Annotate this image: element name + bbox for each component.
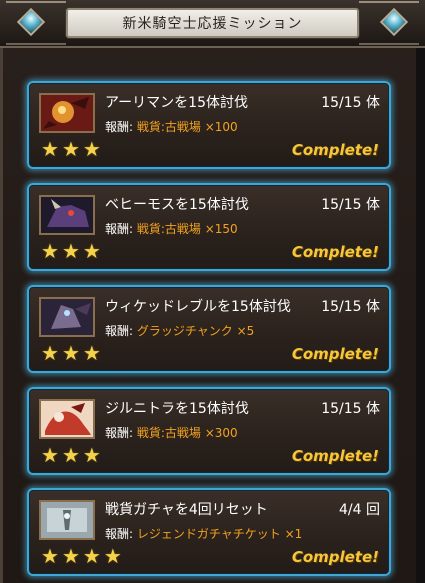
star-icon: ★ xyxy=(41,544,59,568)
reward-label: 報酬: xyxy=(105,527,134,541)
complete-status: Complete! xyxy=(291,141,379,159)
reward-value: 戦貨:古戦場 ×100 xyxy=(136,120,238,134)
mission-stars: ★ ★ ★ xyxy=(41,343,101,365)
title-bar: 新米騎空士応援ミッション xyxy=(0,0,425,48)
star-icon: ★ xyxy=(103,544,122,568)
complete-status: Complete! xyxy=(291,243,379,261)
mission-card[interactable]: ウィケッドレブルを15体討伐 15/15 体 報酬: グラッジチャンク ×5 ★… xyxy=(27,285,391,373)
star-icon: ★ xyxy=(41,239,59,263)
star-icon: ★ xyxy=(41,137,59,161)
star-icon: ★ xyxy=(82,341,101,365)
mission-reward: 報酬: グラッジチャンク ×5 xyxy=(105,322,254,339)
gacha-ticket-thumbnail xyxy=(39,500,95,540)
reward-value: 戦貨:古戦場 ×300 xyxy=(136,426,238,440)
mission-reward: 報酬: 戦貨:古戦場 ×150 xyxy=(105,220,238,237)
reward-label: 報酬: xyxy=(105,120,134,134)
mission-title: アーリマンを15体討伐 xyxy=(105,95,248,111)
mission-stars: ★ ★ ★ xyxy=(41,139,101,161)
reward-value: グラッジチャンク ×5 xyxy=(136,324,255,338)
complete-status: Complete! xyxy=(291,345,379,363)
star-icon: ★ xyxy=(82,544,101,568)
mission-card[interactable]: ジルニトラを15体討伐 15/15 体 報酬: 戦貨:古戦場 ×300 ★ ★ … xyxy=(27,387,391,475)
ahriman-monster-thumbnail xyxy=(39,93,95,133)
mission-card[interactable]: 戦貨ガチャを4回リセット 4/4 回 報酬: レジェンドガチャチケット ×1 ★… xyxy=(27,488,391,576)
reward-value: 戦貨:古戦場 ×150 xyxy=(136,222,238,236)
mission-title: ジルニトラを15体討伐 xyxy=(105,401,249,417)
page-title: 新米騎空士応援ミッション xyxy=(122,16,303,32)
jormungand-monster-thumbnail xyxy=(39,399,95,439)
star-icon: ★ xyxy=(82,443,101,467)
star-icon: ★ xyxy=(61,341,80,365)
mission-reward: 報酬: レジェンドガチャチケット ×1 xyxy=(105,525,302,542)
mission-count: 4/4 回 xyxy=(339,502,380,518)
mission-stars: ★ ★ ★ ★ xyxy=(41,546,122,568)
mission-reward: 報酬: 戦貨:古戦場 ×300 xyxy=(105,424,238,441)
mission-title: ベヒーモスを15体討伐 xyxy=(105,197,249,213)
behemoth-monster-thumbnail xyxy=(39,195,95,235)
mission-card[interactable]: アーリマンを15体討伐 15/15 体 報酬: 戦貨:古戦場 ×100 ★ ★ … xyxy=(27,81,391,169)
mission-count: 15/15 体 xyxy=(321,299,380,315)
star-icon: ★ xyxy=(61,443,80,467)
mission-stars: ★ ★ ★ xyxy=(41,445,101,467)
wicked-rebel-monster-thumbnail xyxy=(39,297,95,337)
star-icon: ★ xyxy=(82,239,101,263)
mission-count: 15/15 体 xyxy=(321,197,380,213)
mission-stars: ★ ★ ★ xyxy=(41,241,101,263)
mission-reward: 報酬: 戦貨:古戦場 ×100 xyxy=(105,118,238,135)
star-icon: ★ xyxy=(41,341,59,365)
mission-title: ウィケッドレブルを15体討伐 xyxy=(105,299,291,315)
complete-status: Complete! xyxy=(291,548,379,566)
reward-value: レジェンドガチャチケット ×1 xyxy=(136,527,303,541)
mission-count: 15/15 体 xyxy=(321,401,380,417)
star-icon: ★ xyxy=(61,544,80,568)
mission-title: 戦貨ガチャを4回リセット xyxy=(105,502,268,518)
title-plate: 新米騎空士応援ミッション xyxy=(66,8,359,38)
panel-shadow xyxy=(416,46,425,583)
mission-card[interactable]: ベヒーモスを15体討伐 15/15 体 報酬: 戦貨:古戦場 ×150 ★ ★ … xyxy=(27,183,391,271)
reward-label: 報酬: xyxy=(105,324,134,338)
star-icon: ★ xyxy=(61,137,80,161)
complete-status: Complete! xyxy=(291,447,379,465)
star-icon: ★ xyxy=(41,443,59,467)
mission-count: 15/15 体 xyxy=(321,95,380,111)
star-icon: ★ xyxy=(61,239,80,263)
reward-label: 報酬: xyxy=(105,222,134,236)
star-icon: ★ xyxy=(82,137,101,161)
reward-label: 報酬: xyxy=(105,426,134,440)
